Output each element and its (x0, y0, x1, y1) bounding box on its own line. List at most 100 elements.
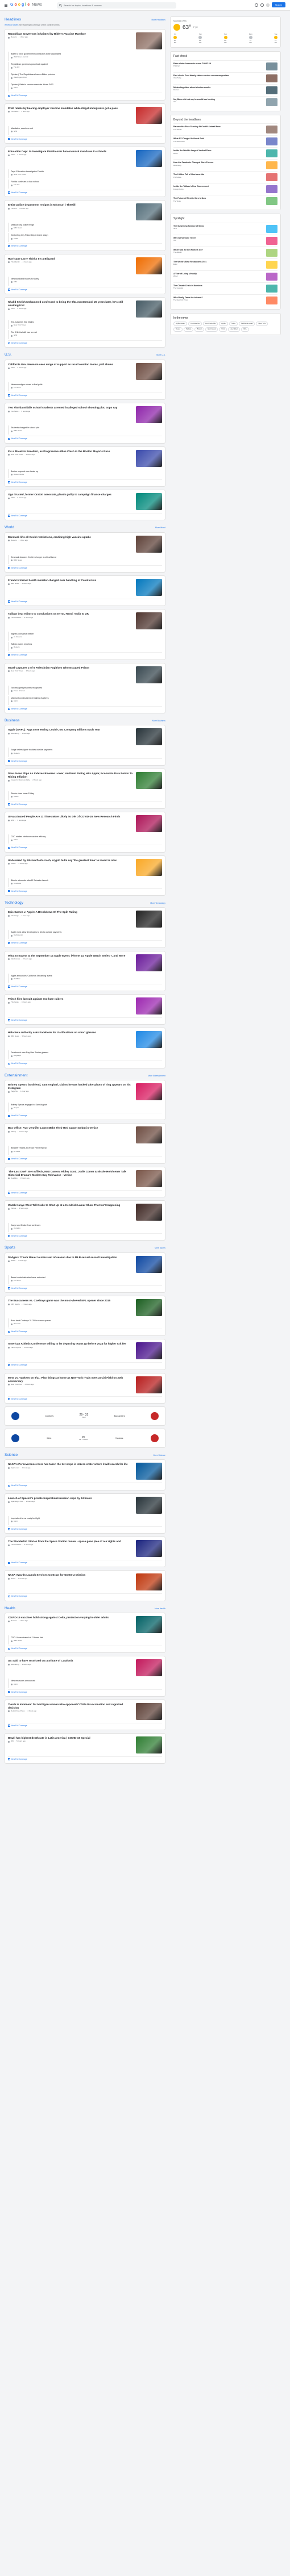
section-more-link[interactable]: More Health (155, 1608, 165, 1610)
story-source[interactable]: Bloomberg (11, 732, 19, 735)
related-source[interactable]: Washington Post (14, 76, 27, 79)
sidebar-story[interactable]: Misleading video about election results R… (173, 83, 277, 96)
related-source[interactable]: KSDK (14, 237, 18, 240)
full-coverage-link[interactable]: View Full Coverage (8, 758, 162, 762)
related-source[interactable]: Engadget (14, 1055, 21, 1057)
full-coverage-link[interactable]: View Full Coverage (8, 1061, 162, 1064)
story-thumbnail[interactable] (136, 1573, 162, 1591)
related-headline[interactable]: CDC: Unvaccinated at 11 times risk (11, 1636, 162, 1639)
story-headline[interactable]: Denmark lifts all Covid restrictions, cr… (8, 536, 133, 539)
related-source[interactable]: Reuters (14, 646, 20, 649)
story-source[interactable]: The Guardian (11, 1544, 21, 1546)
related-source[interactable]: LA Times (14, 386, 20, 389)
story-headline[interactable]: NASA's Perseverance rover has taken the … (8, 1463, 133, 1466)
section-more-link[interactable]: More Sports (155, 1247, 165, 1250)
story-source[interactable]: ESPN (11, 1259, 15, 1262)
full-coverage-link[interactable]: View Full Coverage (8, 1017, 162, 1021)
full-coverage-link[interactable]: View Full Coverage (8, 1526, 162, 1530)
full-coverage-link[interactable]: View Full Coverage (8, 845, 162, 849)
story-source[interactable]: NPR (11, 819, 14, 822)
topic-chip[interactable]: Apple (219, 322, 228, 327)
sidebar-story[interactable]: What 9/11 Taught Us About Grief The New Y… (173, 135, 277, 147)
story-thumbnail[interactable] (136, 203, 162, 221)
related-source[interactable]: Reuters (14, 752, 20, 755)
sidebar-story[interactable]: How the Pandemic Changed Work Forever Blo… (173, 159, 277, 171)
related-source[interactable]: People (14, 1107, 19, 1109)
full-coverage-link[interactable]: View Full Coverage (8, 801, 162, 805)
related-headline[interactable]: Newfoundland braces for Larry (11, 278, 162, 281)
sidebar-story[interactable]: Paramedics Face Scrutiny At Covid's Late… (173, 123, 277, 135)
related-headline[interactable]: Kanye and Drake feud continues (11, 1224, 162, 1227)
full-coverage-link[interactable]: View Full Coverage (8, 243, 162, 247)
story-source[interactable]: Fox News (11, 110, 18, 113)
related-headline[interactable]: The 9/11 trial still has no end (11, 331, 162, 334)
story-thumbnail[interactable] (136, 1255, 162, 1273)
related-source[interactable]: CNBC (14, 795, 19, 798)
story-thumbnail[interactable] (136, 106, 162, 124)
story-source[interactable]: CNN (11, 307, 15, 310)
related-source[interactable]: E! News (14, 1150, 20, 1153)
topic-chip[interactable]: Joe Biden (228, 327, 241, 332)
related-headline[interactable]: Bauer's administrative leave extended (11, 1276, 162, 1279)
story-thumbnail[interactable] (136, 32, 162, 49)
related-source[interactable]: CNN (14, 1520, 18, 1523)
weather-unit-toggle[interactable]: F | C (193, 26, 198, 29)
story-headline[interactable]: Dodgers' Trevor Bauer to miss rest of se… (8, 1256, 133, 1259)
section-more-link[interactable]: More Headlines (151, 19, 165, 22)
related-headline[interactable]: Missouri city police resign (11, 224, 162, 227)
story-source[interactable]: CNN (11, 153, 15, 156)
related-headline[interactable]: New measures announced (11, 1680, 162, 1682)
story-thumbnail[interactable] (136, 666, 162, 683)
full-coverage-link[interactable]: View Full Coverage (8, 565, 162, 569)
story-thumbnail[interactable] (136, 535, 162, 553)
topic-chip[interactable]: Coronavirus (188, 322, 202, 327)
story-source[interactable]: MacRumors (11, 958, 20, 961)
story-headline[interactable]: Box Office: Avs' Jennifer Lopez Make The… (8, 1126, 133, 1130)
section-title[interactable]: Science (5, 1453, 18, 1458)
story-thumbnail[interactable] (136, 492, 162, 510)
story-thumbnail[interactable] (136, 1170, 162, 1187)
sidebar-story[interactable]: The Hidden Toll of Hurricane Ida ProPubli… (173, 171, 277, 183)
related-headline[interactable]: Newsom edges ahead in final polls (11, 383, 162, 386)
related-headline[interactable]: Opinion | The Republicans have a Biden p… (11, 73, 162, 76)
related-headline[interactable]: Bucs beat Cowboys 31-29 in season opener (11, 1320, 162, 1322)
story-thumbnail[interactable] (136, 815, 162, 833)
full-coverage-link[interactable]: View Full Coverage (8, 1593, 162, 1597)
story-headline[interactable]: Israel Captures 2 of 6 Palestinian Fugit… (8, 666, 133, 670)
related-source[interactable]: CNN (14, 700, 18, 703)
full-coverage-link[interactable]: View Full Coverage (8, 340, 162, 344)
scoreboard-card[interactable]: Cowboys 29 - 31 Final Buccaneers (5, 1406, 165, 1426)
story-headline[interactable]: Brazil has highest death rate in Latin A… (8, 1736, 133, 1740)
story-thumbnail[interactable] (136, 149, 162, 167)
story-headline[interactable]: The Wonderful: Stories from the Space St… (8, 1540, 133, 1543)
story-thumbnail[interactable] (136, 362, 162, 380)
full-coverage-link[interactable]: View Full Coverage (8, 705, 162, 710)
story-source[interactable]: New York Times (11, 670, 23, 673)
full-coverage-link[interactable]: View Full Coverage (8, 1113, 162, 1117)
story-thumbnail[interactable] (136, 1126, 162, 1144)
sidebar-story[interactable]: False claim: Ivermectin cures COVID-19 Po… (173, 60, 277, 72)
sidebar-story[interactable]: Where Did All the Workers Go? The Atlanti… (173, 246, 277, 258)
section-title[interactable]: U.S. (5, 353, 12, 357)
full-coverage-link[interactable]: View Full Coverage (8, 1689, 162, 1693)
story-source[interactable]: Yahoo Sports (11, 1346, 21, 1349)
full-coverage-link[interactable]: View Full Coverage (8, 983, 162, 988)
story-headline[interactable]: Entire police department resigns in Miss… (8, 203, 133, 207)
related-source[interactable]: The Hill (14, 66, 19, 69)
story-headline[interactable]: 'The Last Duel': Ben Affleck, Matt Damon… (8, 1170, 133, 1177)
story-source[interactable]: Bloomberg (11, 1663, 19, 1666)
topic-chip[interactable]: Elon Musk (205, 327, 218, 332)
help-icon[interactable] (254, 3, 258, 7)
related-headline[interactable]: Bitcoin rebounds after El Salvador launc… (11, 879, 162, 882)
story-thumbnail[interactable] (136, 612, 162, 630)
topic-chip[interactable]: Hurricane Ida (203, 322, 218, 327)
story-source[interactable]: Detroit Free Press (11, 1710, 24, 1713)
topic-chip[interactable]: Bitcoin (194, 327, 205, 332)
story-thumbnail[interactable] (136, 728, 162, 746)
story-source[interactable]: BBC News (11, 582, 19, 585)
story-thumbnail[interactable] (136, 1031, 162, 1049)
related-headline[interactable]: Inspiration4 crew ready for flight (11, 1517, 162, 1520)
story-headline[interactable]: It's a 'Break in Baseline', as Progressi… (8, 450, 133, 453)
topic-chip[interactable]: Texas (173, 327, 183, 332)
story-headline[interactable]: Republican Governors infuriated by Biden… (8, 32, 133, 36)
